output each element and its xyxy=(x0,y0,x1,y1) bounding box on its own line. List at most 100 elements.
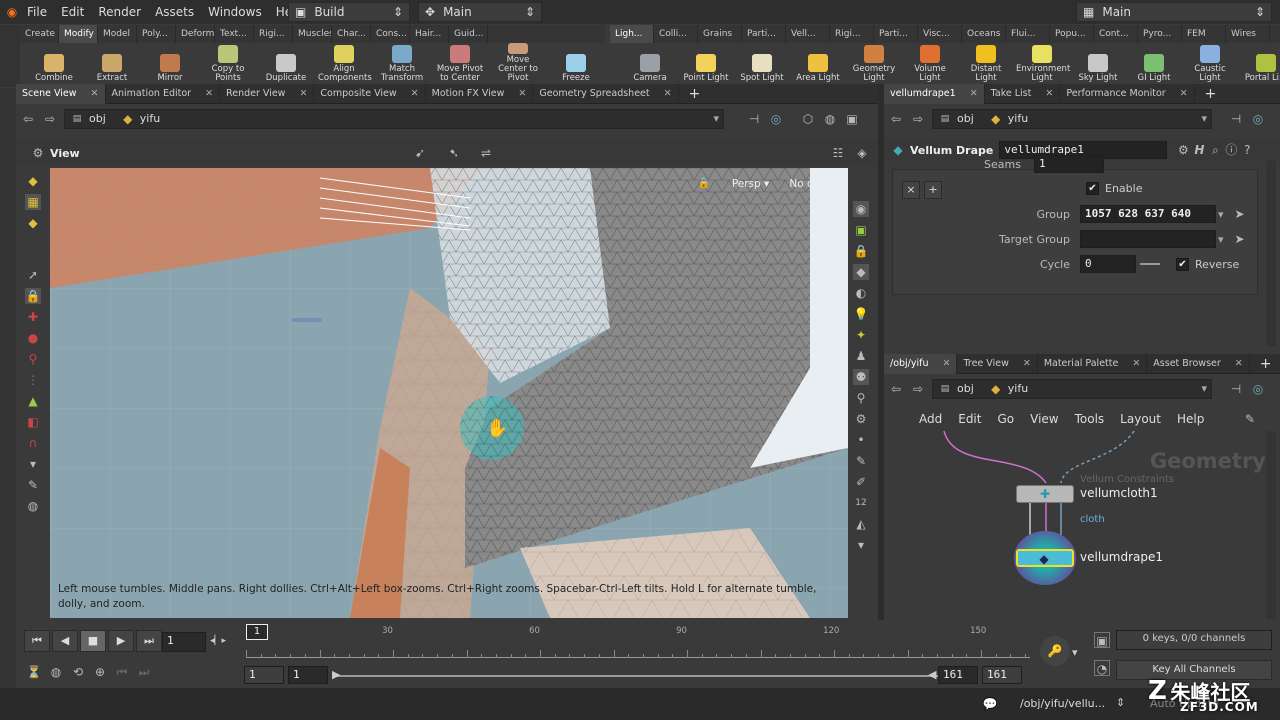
globe-icon[interactable]: ◍ xyxy=(25,498,41,514)
shelf-tab[interactable]: Poly... xyxy=(137,25,176,43)
shelf-tab[interactable]: Text... xyxy=(215,25,254,43)
menu-windows[interactable]: Windows xyxy=(201,0,269,24)
transform-icon[interactable]: ⚲ xyxy=(25,351,41,367)
lighting-icon[interactable]: ◐ xyxy=(853,285,869,301)
shelf-tab[interactable]: Grains xyxy=(698,25,742,43)
skip-start-button[interactable]: ⏮ xyxy=(24,630,50,652)
shelf-tab[interactable]: Vell... xyxy=(786,25,830,43)
snap-icon[interactable]: ◧ xyxy=(25,414,41,430)
select-arrow-icon[interactable]: ➤ xyxy=(1232,231,1248,247)
select-tool-icon[interactable]: ➹ xyxy=(412,145,428,161)
arrow-down-icon[interactable]: ▾ xyxy=(25,456,41,472)
shelf-tool[interactable]: Mirror xyxy=(144,43,196,85)
gear-icon[interactable]: ⚙ xyxy=(1175,142,1191,158)
shelf-tab[interactable]: FEM xyxy=(1182,25,1226,43)
edit-icon[interactable]: ✎ xyxy=(25,477,41,493)
desktop-right-dropdown[interactable]: ✥ Main ⇕ xyxy=(418,2,542,22)
shelf-tab[interactable]: Model xyxy=(98,25,137,43)
shelf-tool[interactable]: Duplicate xyxy=(260,43,312,85)
range-start-handle[interactable]: ▶ xyxy=(332,668,340,681)
runmode-dropdown[interactable]: ▦ Main ⇕ xyxy=(1076,2,1272,22)
key-dropdown-icon[interactable]: ▾ xyxy=(1072,646,1078,659)
shelf-tab[interactable]: Guid... xyxy=(449,25,488,43)
range-start2-field[interactable]: 1 xyxy=(288,666,328,684)
add-tab-icon[interactable]: + xyxy=(679,86,711,102)
persp-menu[interactable]: Persp ▾ xyxy=(732,178,769,190)
close-icon[interactable]: ✕ xyxy=(1132,354,1140,374)
shelf-tool[interactable]: Align Components xyxy=(318,43,372,85)
network-menu-view[interactable]: View xyxy=(1023,407,1065,431)
move-tool-icon[interactable]: ➷ xyxy=(446,145,462,161)
shelf-tab[interactable]: Modify xyxy=(59,25,98,43)
step-buttons-icon[interactable]: ◂▏▸ xyxy=(210,636,226,646)
question-icon[interactable]: ? xyxy=(1239,142,1255,158)
shelf-tool[interactable]: Geometry Light xyxy=(848,43,900,85)
headlight-icon[interactable]: ✦ xyxy=(853,327,869,343)
menu-render[interactable]: Render xyxy=(91,0,148,24)
shelf-tool[interactable]: Move Pivot to Center xyxy=(434,43,486,85)
network-menu-edit[interactable]: Edit xyxy=(951,407,988,431)
shelf-tab[interactable]: Colli... xyxy=(654,25,698,43)
pen-icon[interactable]: ✎ xyxy=(853,453,869,469)
network-menu-layout[interactable]: Layout xyxy=(1113,407,1168,431)
num12-icon[interactable]: 12 xyxy=(853,495,869,511)
scale-icon[interactable]: ● xyxy=(25,330,41,346)
pin-icon[interactable]: ⊣ xyxy=(1228,111,1244,127)
link-icon[interactable]: ◎ xyxy=(768,111,784,127)
shelf-tab[interactable]: Hair... xyxy=(410,25,449,43)
close-icon[interactable]: ✕ xyxy=(91,84,99,104)
shelf-tool[interactable]: Move Center to Pivot xyxy=(492,43,544,85)
magnet-icon[interactable]: ∩ xyxy=(25,435,41,451)
network-scrollbar[interactable] xyxy=(1266,431,1276,619)
cycle-field[interactable]: 0 xyxy=(1080,255,1136,273)
vellumdrape1-node[interactable]: ◆ xyxy=(1016,549,1074,567)
target-group-dropdown-icon[interactable]: ▾ xyxy=(1218,233,1224,246)
shelf-tab[interactable]: Ligh... xyxy=(610,25,654,43)
lock-select-icon[interactable]: 🔒 xyxy=(25,288,41,304)
range-slider[interactable] xyxy=(334,675,938,677)
shelf-tool[interactable]: GI Light xyxy=(1128,43,1180,85)
add-tab-icon[interactable]: + xyxy=(1195,86,1227,102)
scroll-down-icon[interactable]: ▾ xyxy=(853,537,869,553)
range-end-field[interactable]: 161 xyxy=(938,666,978,684)
pin-icon[interactable]: ⊣ xyxy=(1228,381,1244,397)
shelf-tab[interactable]: Oceans xyxy=(962,25,1006,43)
close-icon[interactable]: ✕ xyxy=(1235,354,1243,374)
menu-assets[interactable]: Assets xyxy=(148,0,201,24)
current-frame-field[interactable]: 1 xyxy=(162,632,206,652)
shelf-tool[interactable]: Distant Light xyxy=(960,43,1012,85)
close-icon[interactable]: ✕ xyxy=(1045,84,1053,104)
info-icon[interactable]: ⓘ xyxy=(1223,142,1239,158)
display-options-icon[interactable]: ☷ xyxy=(830,145,846,161)
cube-icon[interactable]: ⬡ xyxy=(800,111,816,127)
pane-tab[interactable]: Composite View ✕ xyxy=(314,83,426,104)
sculpt-icon[interactable]: ◆ xyxy=(25,215,41,231)
playhead[interactable]: 1 xyxy=(246,624,268,640)
shelf-tab[interactable]: Char... xyxy=(332,25,371,43)
range-end2-field[interactable]: 161 xyxy=(982,666,1022,684)
channel-icon[interactable]: ▣ xyxy=(1094,632,1110,648)
scene-viewport[interactable]: ✋ 🔒 Persp ▾ No cam ▾ Left mouse tumbles.… xyxy=(50,168,848,618)
pin-icon[interactable]: ⊣ xyxy=(746,111,762,127)
chat-icon[interactable]: 💬 xyxy=(982,696,998,712)
shelf-tool[interactable]: Freeze xyxy=(550,43,602,85)
shelf-tool[interactable]: Extract xyxy=(86,43,138,85)
cycle-slider[interactable] xyxy=(1140,263,1160,265)
close-icon[interactable]: ✕ xyxy=(943,354,951,374)
close-icon[interactable]: ✕ xyxy=(1180,84,1188,104)
network-menu-add[interactable]: Add xyxy=(912,407,949,431)
forward-arrow-icon[interactable]: ⇨ xyxy=(42,111,58,127)
reverse-checkbox[interactable]: ✔ xyxy=(1176,257,1189,271)
next-key-icon[interactable]: ⏭ xyxy=(136,664,152,680)
brush-icon[interactable]: ◆ xyxy=(25,173,41,189)
pane-tab[interactable]: Material Palette ✕ xyxy=(1038,353,1148,374)
shelf-tool[interactable]: Sky Light xyxy=(1072,43,1124,85)
skip-end-button[interactable]: ⏭ xyxy=(136,630,162,652)
loop-icon[interactable]: ⟲ xyxy=(70,664,86,680)
back-arrow-icon[interactable]: ⇦ xyxy=(888,381,904,397)
audio-icon[interactable]: 🔑 xyxy=(1040,636,1070,666)
close-icon[interactable]: ✕ xyxy=(411,84,419,104)
pane-tab[interactable]: Performance Monitor ✕ xyxy=(1060,83,1195,104)
person-icon[interactable]: ♟ xyxy=(853,348,869,364)
shelf-tab[interactable]: Pyro... xyxy=(1138,25,1182,43)
